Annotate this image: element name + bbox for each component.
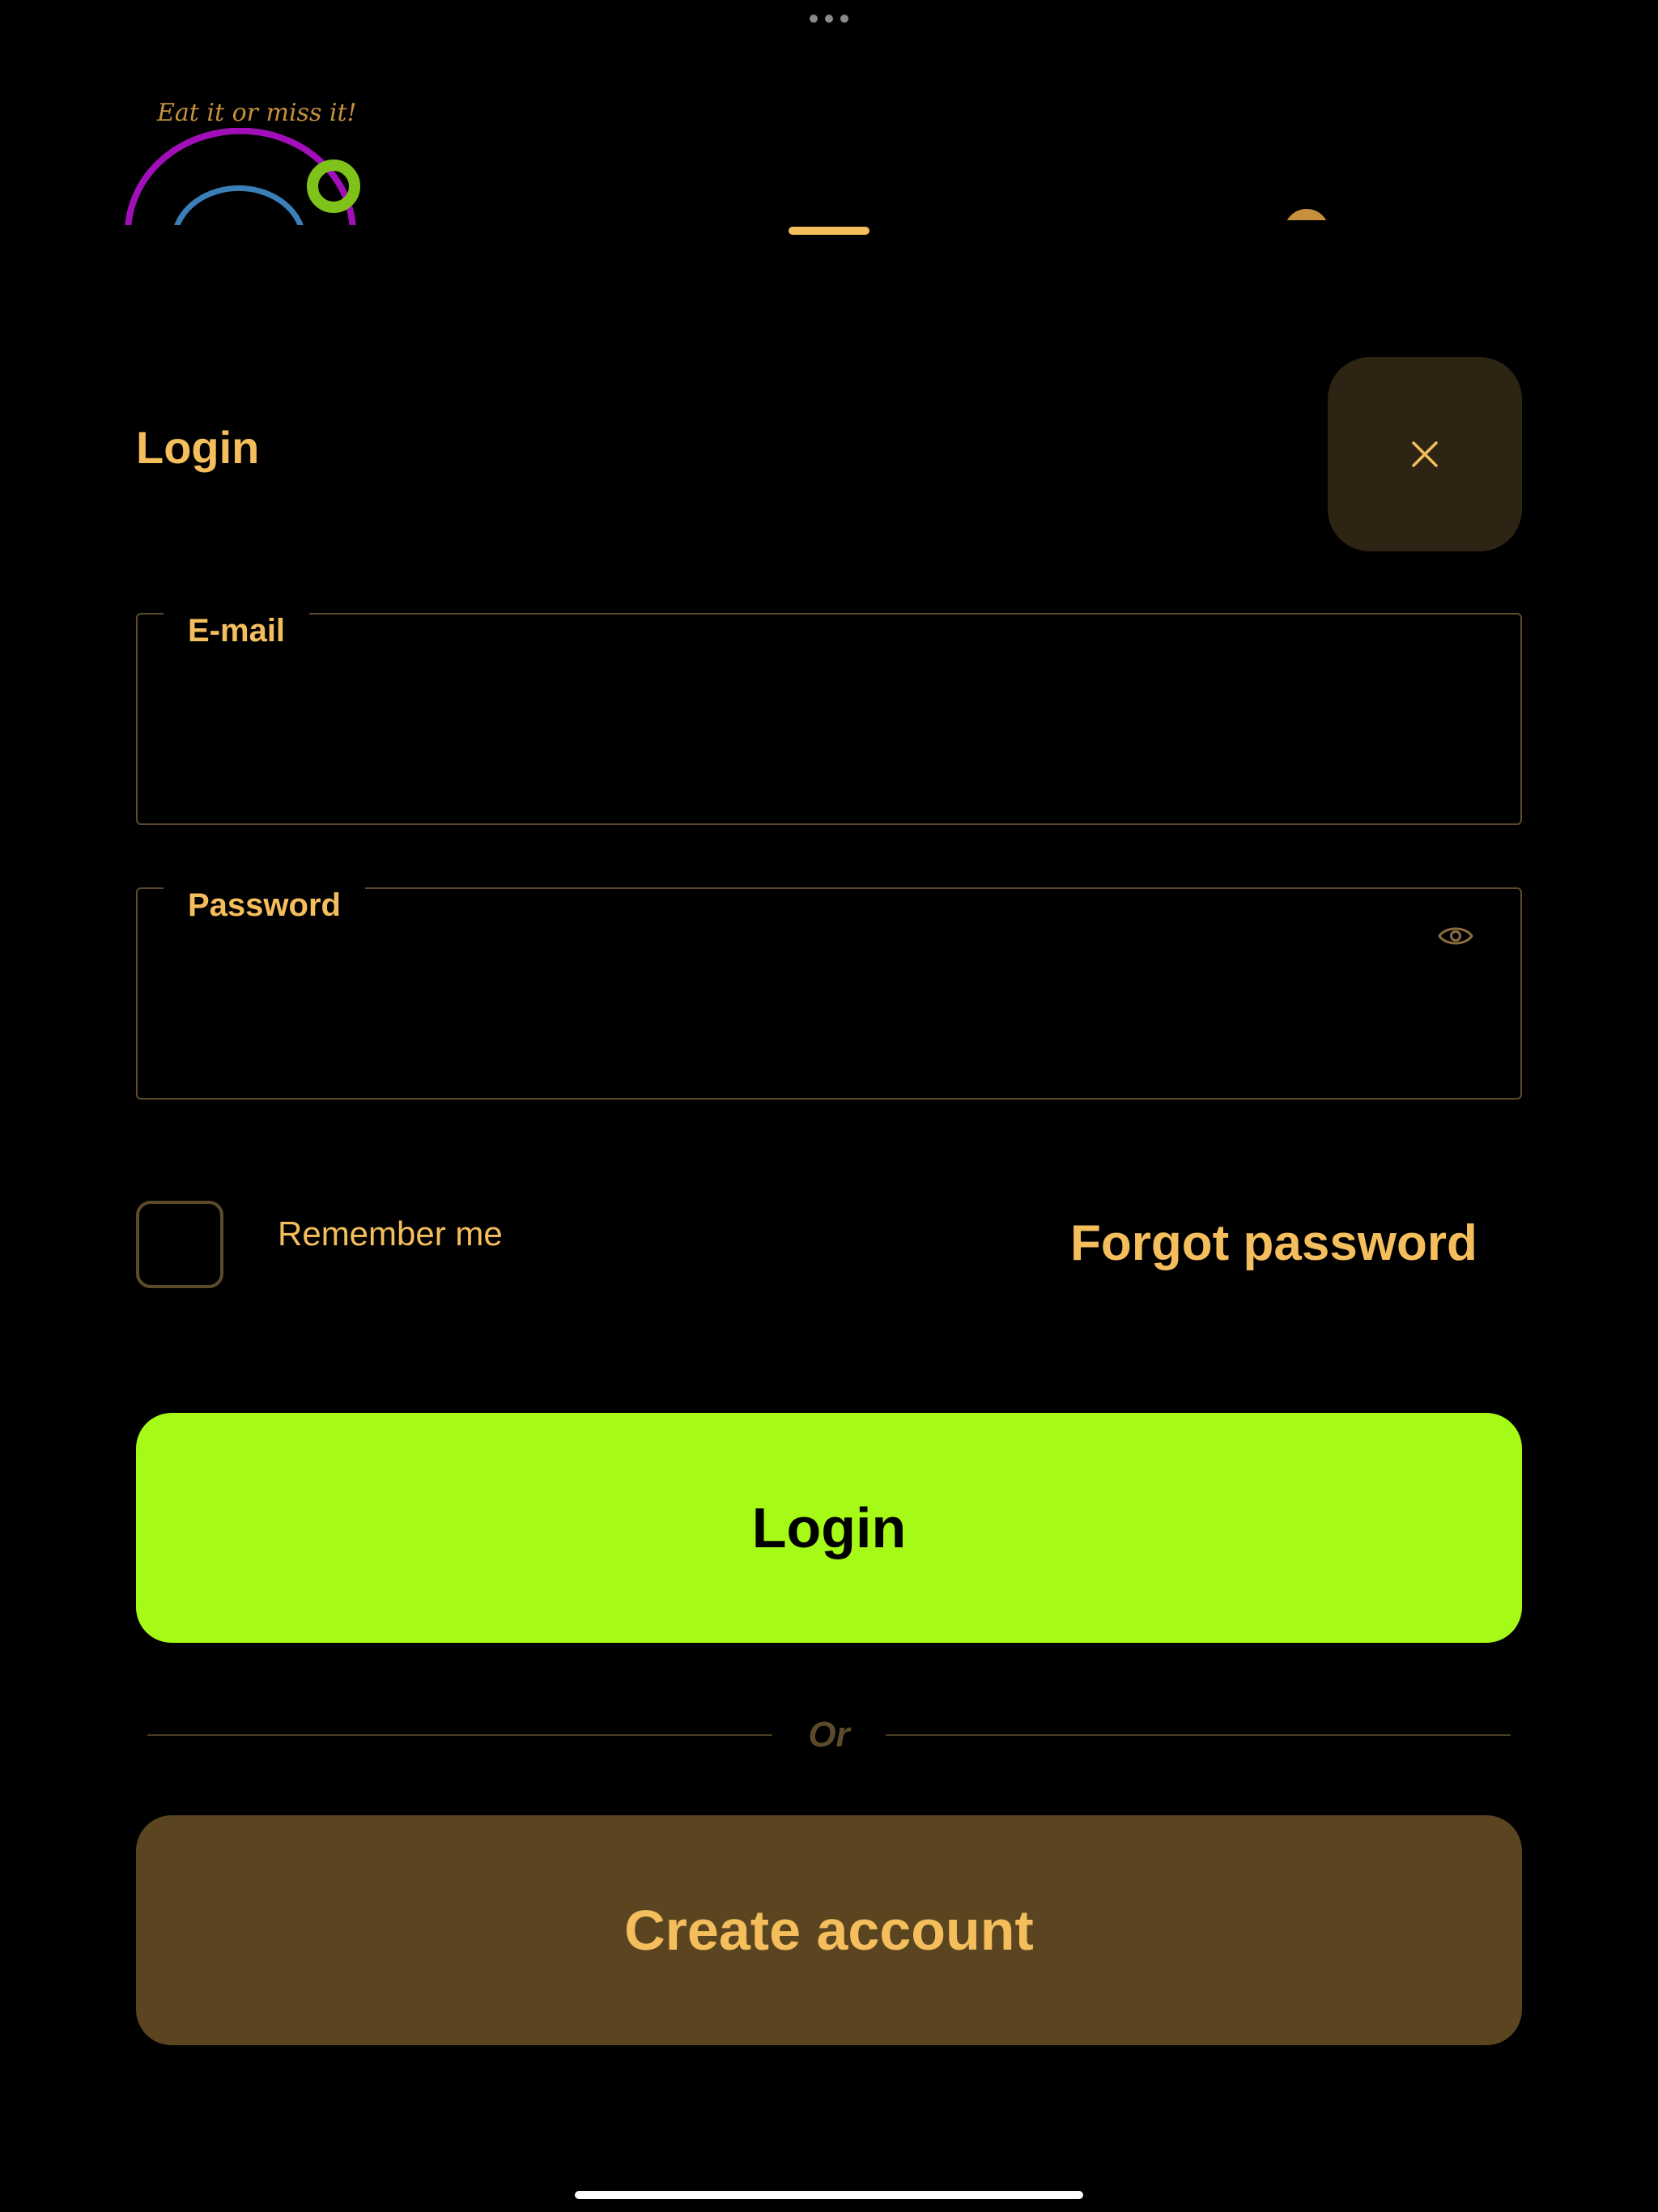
password-label: Password [164, 871, 365, 925]
dot [810, 15, 818, 23]
dot [825, 15, 833, 23]
app-logo: Eat it or miss it! [121, 96, 364, 225]
remember-me-checkbox[interactable] [136, 1201, 223, 1288]
multitasking-dots[interactable] [810, 13, 848, 24]
divider-label: Or [808, 1715, 850, 1755]
remember-me-label[interactable]: Remember me [278, 1214, 503, 1253]
email-field[interactable]: E-mail [136, 597, 1522, 825]
email-input[interactable] [188, 704, 1423, 778]
close-button[interactable] [1328, 357, 1522, 551]
or-divider: Or [147, 1715, 1511, 1755]
avatar [1284, 209, 1329, 220]
eye-icon [1438, 927, 1473, 945]
email-label: E-mail [164, 597, 310, 650]
logo-tagline: Eat it or miss it! [157, 99, 357, 127]
login-button[interactable]: Login [136, 1413, 1522, 1643]
forgot-password-link[interactable]: Forgot password [1070, 1214, 1477, 1272]
logo-arcs-graphic [125, 128, 360, 225]
divider-line [147, 1734, 773, 1736]
password-field[interactable]: Password [136, 871, 1522, 1100]
show-password-button[interactable] [1433, 913, 1478, 959]
create-account-button[interactable]: Create account [136, 1815, 1522, 2045]
divider-line [885, 1734, 1511, 1736]
home-indicator[interactable] [575, 2191, 1083, 2199]
close-icon [1412, 441, 1438, 467]
password-input[interactable] [188, 978, 1423, 1053]
page-title: Login [136, 422, 260, 473]
sheet-grabber[interactable] [789, 227, 869, 235]
dot [840, 15, 848, 23]
